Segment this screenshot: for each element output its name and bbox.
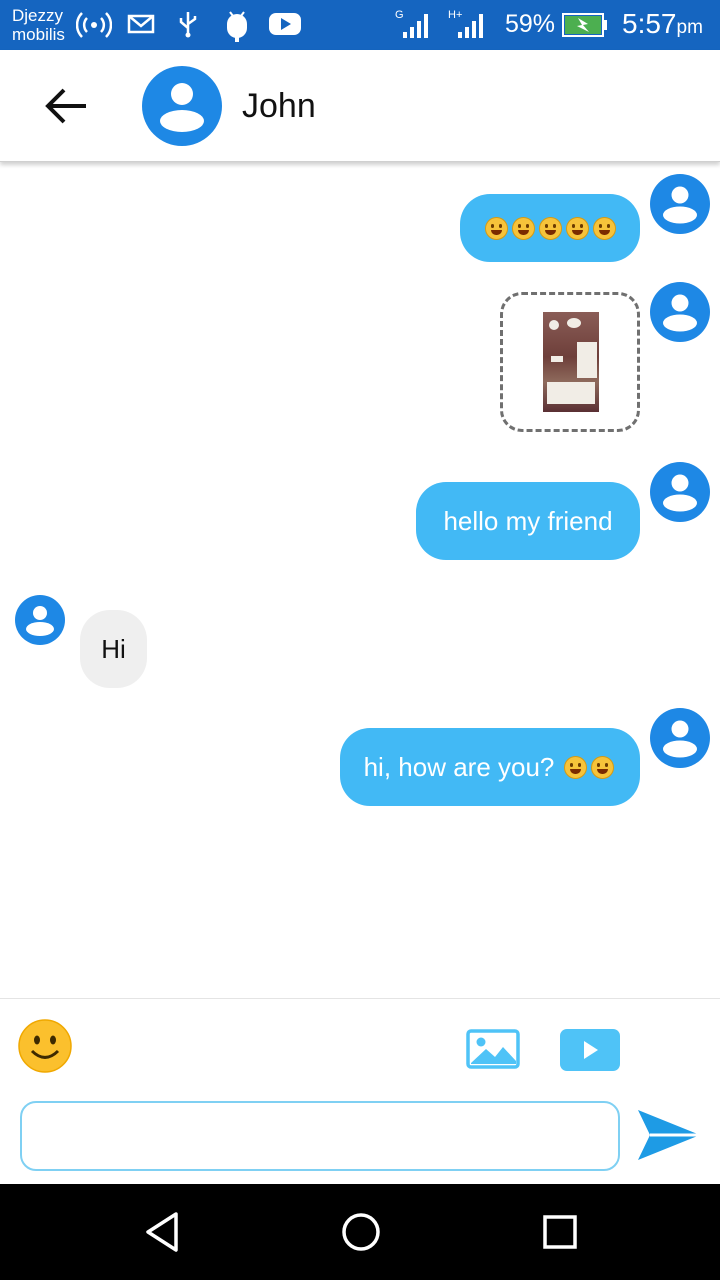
emoji-wink-tongue-icon (565, 216, 589, 240)
emoji-yum-icon (484, 216, 508, 240)
android-icon (227, 11, 247, 42)
emoji-grin-icon (592, 216, 616, 240)
signal-icon: G (395, 9, 428, 38)
smiley-icon[interactable] (18, 1019, 72, 1073)
composer (0, 998, 720, 1184)
message-text: hello my friend (443, 505, 613, 536)
carrier-label: Djezzy mobilis (12, 6, 65, 44)
contact-name[interactable]: John (242, 87, 316, 126)
carrier-name: Djezzy (12, 6, 64, 25)
outgoing-message-bubble[interactable]: hello my friend (416, 482, 640, 560)
sender-avatar-icon (650, 282, 710, 342)
contact-avatar-icon (15, 595, 65, 645)
mail-icon (127, 14, 155, 34)
image-message[interactable] (500, 292, 640, 432)
sender-avatar-icon (650, 174, 710, 234)
emoji-grin-icon (564, 755, 588, 779)
emoji-sweat-smile-icon (591, 755, 615, 779)
message-text: hi, how are you? (363, 751, 555, 782)
battery-charging-icon (562, 13, 607, 37)
person-avatar-icon[interactable] (142, 66, 222, 146)
hotspot-icon (76, 12, 112, 38)
recents-square-icon[interactable] (538, 1210, 582, 1254)
navigation-bar (0, 1184, 720, 1280)
outgoing-message-bubble[interactable] (460, 194, 640, 262)
sender-avatar-icon (650, 462, 710, 522)
emoji-blush-icon (538, 216, 562, 240)
svg-text:G: G (395, 9, 404, 21)
message-text: Hi (101, 633, 126, 664)
home-circle-icon[interactable] (339, 1210, 383, 1254)
back-triangle-icon[interactable] (140, 1210, 184, 1254)
status-bar: Djezzy mobilis G H+ 59% 5:57pm (0, 0, 720, 50)
battery-percent: 59% (505, 10, 556, 38)
clock: 5:57pm (622, 8, 703, 39)
sender-avatar-icon (650, 708, 710, 768)
image-thumbnail[interactable] (543, 312, 599, 412)
youtube-icon (269, 13, 301, 35)
incoming-message-bubble[interactable]: Hi (80, 610, 147, 688)
usb-icon (179, 12, 197, 38)
send-icon[interactable] (636, 1107, 702, 1163)
signal-icon: H+ (448, 9, 483, 38)
video-icon[interactable] (560, 1029, 620, 1071)
chat-header: John (0, 50, 720, 162)
message-input[interactable] (20, 1101, 620, 1171)
image-icon[interactable] (466, 1029, 520, 1069)
arrow-left-icon[interactable] (40, 84, 92, 128)
carrier-subname: mobilis (12, 25, 65, 44)
outgoing-message-bubble[interactable]: hi, how are you? (340, 728, 640, 806)
svg-text:H+: H+ (448, 9, 462, 21)
emoji-wink-tongue-icon (511, 216, 535, 240)
